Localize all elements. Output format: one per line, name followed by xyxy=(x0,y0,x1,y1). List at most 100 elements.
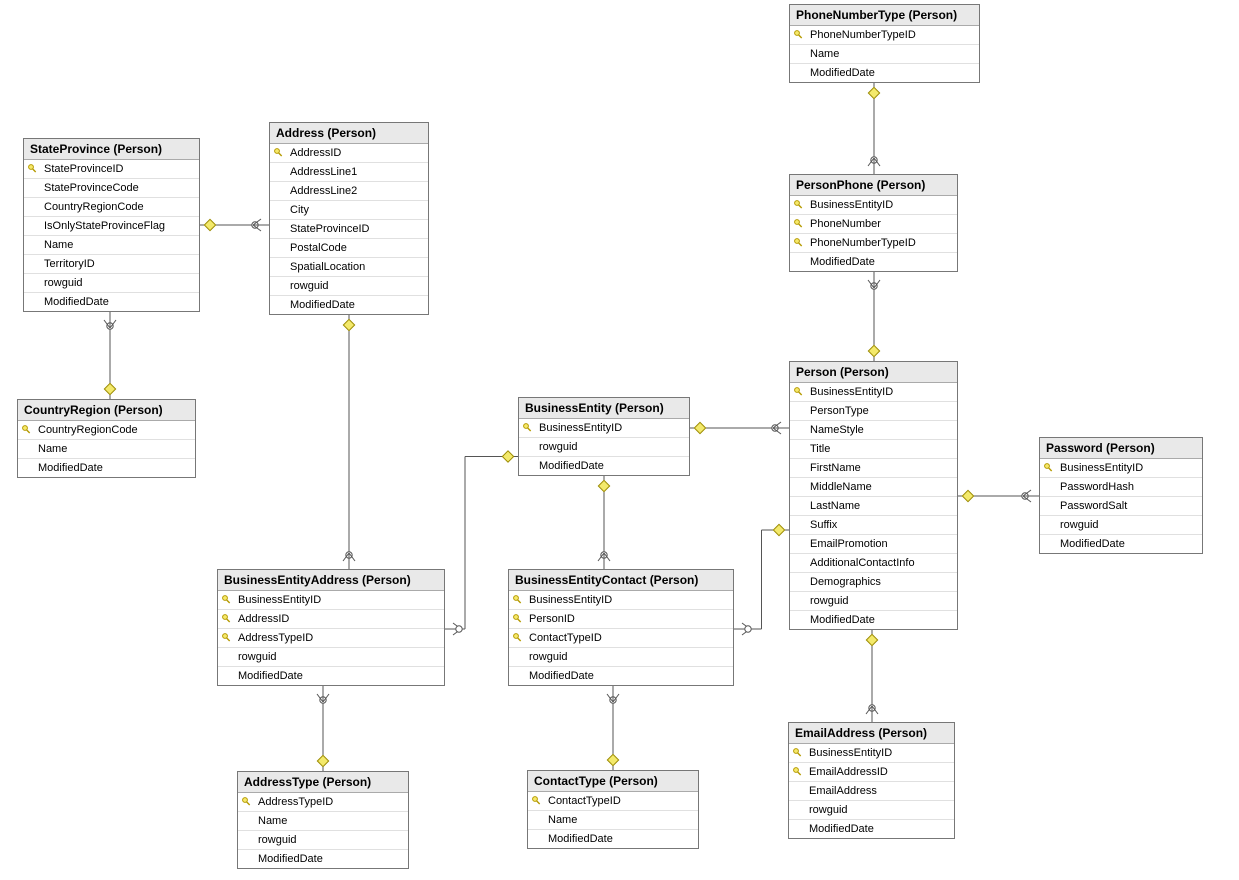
column-row[interactable]: BusinessEntityID xyxy=(789,744,954,763)
column-row[interactable]: PhoneNumber xyxy=(790,215,957,234)
entity-address[interactable]: Address (Person)AddressIDAddressLine1Add… xyxy=(269,122,429,315)
column-row[interactable]: ModifiedDate xyxy=(1040,535,1202,553)
column-row[interactable]: ModifiedDate xyxy=(790,611,957,629)
column-row[interactable]: AddressID xyxy=(270,144,428,163)
column-row[interactable]: SpatialLocation xyxy=(270,258,428,277)
column-name: Name xyxy=(36,443,71,455)
column-row[interactable]: ModifiedDate xyxy=(790,253,957,271)
column-row[interactable]: NameStyle xyxy=(790,421,957,440)
column-row[interactable]: Title xyxy=(790,440,957,459)
entity-person[interactable]: Person (Person)BusinessEntityIDPersonTyp… xyxy=(789,361,958,630)
column-row[interactable]: rowguid xyxy=(24,274,199,293)
column-row[interactable]: Suffix xyxy=(790,516,957,535)
column-row[interactable]: TerritoryID xyxy=(24,255,199,274)
column-row[interactable]: rowguid xyxy=(218,648,444,667)
column-row[interactable]: PersonID xyxy=(509,610,733,629)
column-row[interactable]: Name xyxy=(18,440,195,459)
column-name: IsOnlyStateProvinceFlag xyxy=(42,220,169,232)
column-row[interactable]: ModifiedDate xyxy=(528,830,698,848)
entity-title: AddressType (Person) xyxy=(238,772,408,793)
column-row[interactable]: rowguid xyxy=(509,648,733,667)
column-name: ModifiedDate xyxy=(808,256,879,268)
column-row[interactable]: Name xyxy=(528,811,698,830)
primary-key-icon xyxy=(531,795,543,807)
entity-title: BusinessEntityAddress (Person) xyxy=(218,570,444,591)
entity-addressType[interactable]: AddressType (Person)AddressTypeIDNamerow… xyxy=(237,771,409,869)
column-row[interactable]: StateProvinceID xyxy=(270,220,428,239)
entity-businessEntity[interactable]: BusinessEntity (Person)BusinessEntityIDr… xyxy=(518,397,690,476)
column-row[interactable]: rowguid xyxy=(519,438,689,457)
column-row[interactable]: AdditionalContactInfo xyxy=(790,554,957,573)
column-row[interactable]: LastName xyxy=(790,497,957,516)
column-name: ModifiedDate xyxy=(36,462,107,474)
column-row[interactable]: PasswordSalt xyxy=(1040,497,1202,516)
column-row[interactable]: Name xyxy=(24,236,199,255)
entity-password[interactable]: Password (Person)BusinessEntityIDPasswor… xyxy=(1039,437,1203,554)
column-row[interactable]: MiddleName xyxy=(790,478,957,497)
primary-key-icon xyxy=(793,29,805,41)
column-row[interactable]: AddressLine2 xyxy=(270,182,428,201)
column-row[interactable]: ModifiedDate xyxy=(18,459,195,477)
column-row[interactable]: PostalCode xyxy=(270,239,428,258)
entity-personPhone[interactable]: PersonPhone (Person)BusinessEntityIDPhon… xyxy=(789,174,958,272)
column-row[interactable]: ModifiedDate xyxy=(790,64,979,82)
column-row[interactable]: ModifiedDate xyxy=(270,296,428,314)
primary-key-icon xyxy=(792,766,804,778)
key-cell xyxy=(790,29,808,41)
column-row[interactable]: IsOnlyStateProvinceFlag xyxy=(24,217,199,236)
column-row[interactable]: City xyxy=(270,201,428,220)
column-row[interactable]: EmailAddressID xyxy=(789,763,954,782)
column-name: StateProvinceID xyxy=(42,163,127,175)
column-row[interactable]: ContactTypeID xyxy=(509,629,733,648)
column-row[interactable]: StateProvinceCode xyxy=(24,179,199,198)
column-name: BusinessEntityID xyxy=(808,199,897,211)
entity-contactType[interactable]: ContactType (Person)ContactTypeIDNameMod… xyxy=(527,770,699,849)
column-row[interactable]: ContactTypeID xyxy=(528,792,698,811)
column-name: ModifiedDate xyxy=(537,460,608,472)
column-row[interactable]: CountryRegionCode xyxy=(24,198,199,217)
column-row[interactable]: BusinessEntityID xyxy=(1040,459,1202,478)
column-row[interactable]: Name xyxy=(790,45,979,64)
column-row[interactable]: AddressID xyxy=(218,610,444,629)
column-row[interactable]: BusinessEntityID xyxy=(218,591,444,610)
entity-countryRegion[interactable]: CountryRegion (Person)CountryRegionCodeN… xyxy=(17,399,196,478)
column-row[interactable]: rowguid xyxy=(789,801,954,820)
column-row[interactable]: BusinessEntityID xyxy=(790,196,957,215)
column-row[interactable]: EmailPromotion xyxy=(790,535,957,554)
column-row[interactable]: Name xyxy=(238,812,408,831)
column-row[interactable]: rowguid xyxy=(1040,516,1202,535)
entity-businessEntityContact[interactable]: BusinessEntityContact (Person)BusinessEn… xyxy=(508,569,734,686)
column-row[interactable]: PasswordHash xyxy=(1040,478,1202,497)
column-row[interactable]: BusinessEntityID xyxy=(509,591,733,610)
column-row[interactable]: ModifiedDate xyxy=(24,293,199,311)
key-cell xyxy=(528,795,546,807)
column-row[interactable]: ModifiedDate xyxy=(789,820,954,838)
column-row[interactable]: PersonType xyxy=(790,402,957,421)
column-row[interactable]: rowguid xyxy=(270,277,428,296)
entity-emailAddress[interactable]: EmailAddress (Person)BusinessEntityIDEma… xyxy=(788,722,955,839)
column-row[interactable]: EmailAddress xyxy=(789,782,954,801)
column-row[interactable]: ModifiedDate xyxy=(509,667,733,685)
entity-stateProvince[interactable]: StateProvince (Person)StateProvinceIDSta… xyxy=(23,138,200,312)
column-row[interactable]: ModifiedDate xyxy=(519,457,689,475)
column-row[interactable]: PhoneNumberTypeID xyxy=(790,234,957,253)
column-row[interactable]: ModifiedDate xyxy=(218,667,444,685)
entity-businessEntityAddress[interactable]: BusinessEntityAddress (Person)BusinessEn… xyxy=(217,569,445,686)
column-row[interactable]: rowguid xyxy=(238,831,408,850)
key-cell xyxy=(509,594,527,606)
column-row[interactable]: CountryRegionCode xyxy=(18,421,195,440)
column-row[interactable]: rowguid xyxy=(790,592,957,611)
column-name: BusinessEntityID xyxy=(527,594,616,606)
column-row[interactable]: BusinessEntityID xyxy=(790,383,957,402)
column-row[interactable]: FirstName xyxy=(790,459,957,478)
column-name: ModifiedDate xyxy=(42,296,113,308)
column-row[interactable]: StateProvinceID xyxy=(24,160,199,179)
column-row[interactable]: BusinessEntityID xyxy=(519,419,689,438)
column-row[interactable]: Demographics xyxy=(790,573,957,592)
column-row[interactable]: AddressTypeID xyxy=(238,793,408,812)
entity-phoneNumberType[interactable]: PhoneNumberType (Person)PhoneNumberTypeI… xyxy=(789,4,980,83)
column-row[interactable]: PhoneNumberTypeID xyxy=(790,26,979,45)
column-row[interactable]: AddressLine1 xyxy=(270,163,428,182)
column-row[interactable]: AddressTypeID xyxy=(218,629,444,648)
column-row[interactable]: ModifiedDate xyxy=(238,850,408,868)
